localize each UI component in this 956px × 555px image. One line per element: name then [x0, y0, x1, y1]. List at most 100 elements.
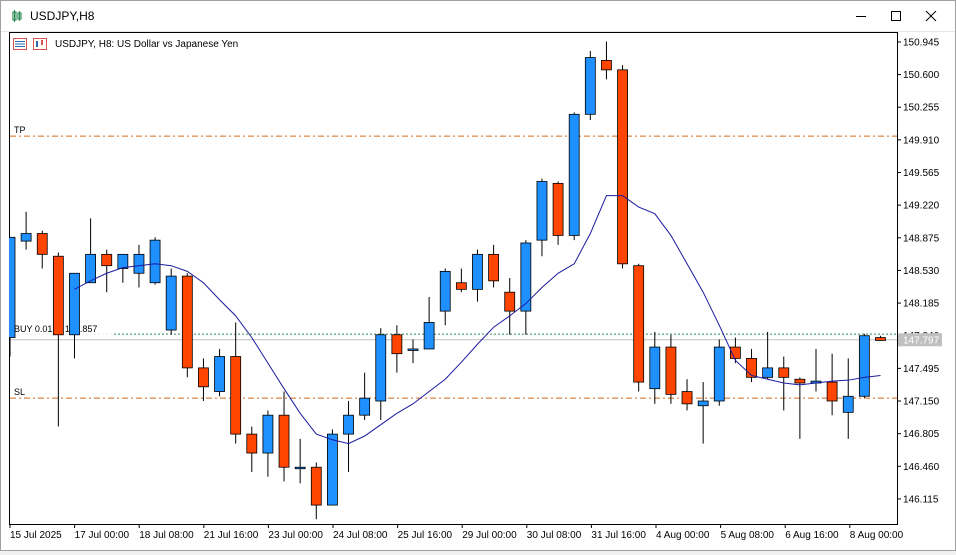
list-icon[interactable] — [13, 38, 27, 50]
price-axis: 150.945 150.600 150.255 149.910 149.565 149.2… — [897, 37, 942, 505]
bear-candle-body — [552, 182, 564, 236]
bear-candle-body — [794, 378, 806, 384]
bear-candle-body — [504, 291, 516, 312]
minimize-icon — [856, 16, 866, 17]
price-tick-label: 150.945 — [903, 37, 940, 48]
bear-candle-body — [310, 466, 322, 506]
price-tick-label: 146.115 — [903, 494, 939, 505]
candlestick-app-icon — [12, 10, 22, 22]
candle — [181, 273, 193, 378]
bull-candle-body — [343, 414, 354, 435]
bull-candle-body — [4, 236, 16, 339]
time-tick-label: 17 Jul 00:00 — [75, 530, 130, 541]
bear-candle-body — [826, 381, 838, 402]
bull-candle-body — [842, 395, 854, 413]
bear-candle-body — [246, 433, 258, 454]
plot-border — [9, 32, 898, 525]
time-tick-label: 6 Aug 16:00 — [785, 530, 839, 541]
bear-candle-body — [198, 367, 209, 388]
bull-candle-body — [472, 253, 483, 290]
bull-candle-body — [858, 335, 870, 397]
bear-candle-body — [875, 337, 886, 341]
sl-label: SL — [14, 387, 25, 397]
candle — [165, 268, 177, 335]
chart-window: USDJPY,H8 TPSLBUY 0.01 at 147.857 150.94… — [0, 0, 956, 551]
price-tick-label: 148.185 — [903, 299, 940, 310]
bull-candle-body — [697, 400, 709, 407]
bull-candle-body — [133, 253, 145, 274]
price-tick-label: 149.220 — [903, 201, 940, 212]
bull-candle-body — [375, 334, 387, 402]
bull-candle-body — [568, 113, 580, 236]
bull-candle-body — [536, 181, 548, 241]
bear-candle-body — [778, 367, 790, 378]
candle — [568, 112, 580, 241]
time-tick-label: 30 Jul 08:00 — [527, 530, 582, 541]
price-chart[interactable]: TPSLBUY 0.01 at 147.857 150.945150.60015… — [4, 32, 955, 550]
bull-candle-body — [20, 233, 32, 242]
bear-candle-body — [391, 334, 403, 355]
bull-candle-body — [117, 253, 129, 269]
chart-title: USDJPY, H8: US Dollar vs Japanese Yen — [55, 38, 239, 50]
bull-candle-body — [262, 414, 274, 454]
time-tick-label: 23 Jul 00:00 — [268, 530, 323, 541]
candle — [713, 339, 725, 406]
bull-candle-body — [584, 57, 596, 115]
time-tick-label: 25 Jul 16:00 — [398, 530, 453, 541]
tp-label: TP — [14, 125, 26, 135]
price-tick-label: 148.530 — [903, 266, 940, 277]
bull-candle-body — [423, 322, 435, 350]
price-tick-label: 149.910 — [903, 135, 940, 146]
bull-candle-body — [85, 253, 96, 284]
bear-candle-body — [101, 253, 113, 267]
bull-candle-body — [407, 348, 419, 351]
maximize-button[interactable] — [881, 3, 911, 29]
time-tick-label: 18 Jul 08:00 — [139, 530, 194, 541]
close-button[interactable] — [916, 3, 946, 29]
bull-candle-body — [762, 367, 774, 378]
bear-candle-body — [278, 414, 290, 468]
price-tick-label: 150.600 — [903, 70, 940, 81]
minimize-button[interactable] — [846, 3, 876, 29]
price-tick-label: 147.495 — [903, 364, 940, 375]
time-tick-label: 21 Jul 16:00 — [204, 530, 259, 541]
bull-candle-body — [214, 356, 225, 392]
price-tick-label: 150.255 — [903, 103, 940, 114]
bear-candle-body — [633, 265, 645, 383]
bull-candle-body — [439, 270, 451, 312]
time-tick-label: 15 Jul 2025 — [10, 530, 62, 541]
bear-candle-body — [665, 346, 677, 395]
candle — [858, 333, 870, 399]
bull-candle-body — [294, 466, 306, 470]
bull-candle-body — [149, 239, 161, 284]
price-tick-label: 147.150 — [903, 397, 940, 408]
candle — [633, 263, 645, 392]
bull-candle-body — [713, 346, 725, 402]
time-axis: 15 Jul 2025 17 Jul 00:00 18 Jul 08:00 21 Ju… — [9, 524, 904, 541]
time-tick-label: 24 Jul 08:00 — [333, 530, 388, 541]
candle — [617, 65, 628, 269]
bull-candle-body — [520, 242, 532, 312]
bear-candle-body — [617, 69, 628, 265]
bull-candle-body — [165, 275, 177, 331]
time-tick-label: 4 Aug 00:00 — [656, 530, 710, 541]
bear-candle-body — [681, 391, 693, 405]
bear-candle-body — [601, 59, 612, 71]
bear-candle-body — [36, 233, 48, 255]
time-tick-label: 31 Jul 16:00 — [591, 530, 646, 541]
bull-candle-body — [359, 397, 371, 416]
candle — [149, 237, 161, 285]
chart-settings-icon[interactable] — [33, 38, 47, 50]
current-price-label: 147.797 — [903, 335, 940, 346]
price-tick-label: 146.460 — [903, 462, 940, 473]
price-tick-label: 146.805 — [903, 429, 940, 440]
chart-area[interactable]: TPSLBUY 0.01 at 147.857 150.945150.60015… — [4, 32, 955, 550]
title-bar[interactable]: USDJPY,H8 — [1, 1, 955, 32]
bull-candle-body — [326, 433, 338, 506]
time-tick-label: 5 Aug 08:00 — [721, 530, 775, 541]
time-tick-label: 29 Jul 00:00 — [462, 530, 517, 541]
bear-candle-body — [746, 358, 757, 378]
price-tick-label: 149.565 — [903, 168, 940, 179]
bear-candle-body — [488, 253, 500, 282]
bear-candle-body — [230, 356, 242, 435]
